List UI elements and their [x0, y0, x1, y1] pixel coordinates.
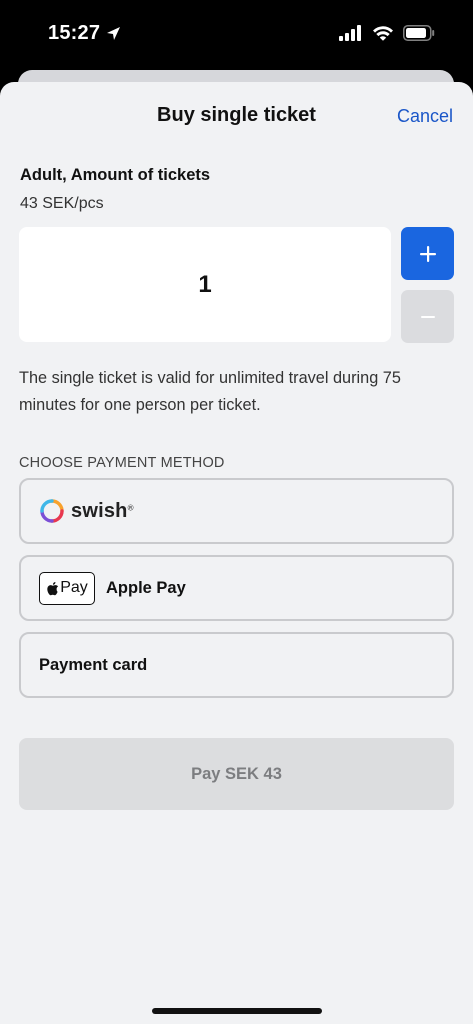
apple-pay-badge: Pay: [39, 571, 95, 605]
payment-option-card[interactable]: Payment card: [19, 632, 454, 698]
swish-wordmark: swish: [71, 499, 128, 522]
quantity-display[interactable]: 1: [19, 227, 391, 342]
buy-ticket-sheet: Buy single ticket Cancel Adult, Amount o…: [0, 82, 473, 1024]
swish-logo: swish®: [39, 498, 133, 524]
sheet-header: Buy single ticket Cancel: [0, 82, 473, 150]
pay-button-label: Pay SEK 43: [191, 764, 282, 783]
status-time-text: 15:27: [48, 22, 101, 44]
swish-icon: [40, 499, 64, 523]
payment-method-heading: CHOOSE PAYMENT METHOD: [19, 455, 225, 471]
increase-quantity-button[interactable]: [401, 227, 454, 280]
payment-option-apple-pay[interactable]: Pay Apple Pay: [19, 555, 454, 621]
pay-button[interactable]: Pay SEK 43: [19, 738, 454, 810]
minus-icon: [420, 315, 435, 318]
ticket-validity-info: The single ticket is valid for unlimited…: [19, 369, 401, 414]
plus-icon: [419, 245, 436, 262]
wifi-icon: [373, 26, 393, 41]
home-indicator[interactable]: [152, 1008, 322, 1014]
ticket-type-label: Adult, Amount of tickets: [20, 166, 211, 184]
cancel-button[interactable]: Cancel: [397, 106, 453, 127]
payment-option-swish[interactable]: swish®: [19, 478, 454, 544]
ticket-unit-price: 43 SEK/pcs: [20, 195, 104, 212]
status-icons: [339, 25, 435, 41]
apple-pay-badge-text: Pay: [60, 579, 88, 596]
status-bar: 15:27: [0, 0, 473, 70]
quantity-value: 1: [198, 270, 212, 298]
screen: 15:27 Buy single ticket Cancel Adult, Am…: [0, 0, 473, 1024]
signal-icon: [339, 25, 361, 41]
apple-logo-icon: [47, 581, 59, 595]
payment-card-label: Payment card: [39, 655, 148, 674]
battery-icon: [403, 25, 435, 41]
apple-pay-label: Apple Pay: [106, 578, 186, 597]
location-arrow-icon: [107, 27, 121, 40]
decrease-quantity-button[interactable]: [401, 290, 454, 343]
swish-registered-mark: ®: [127, 503, 134, 513]
status-time: 15:27: [48, 22, 121, 45]
